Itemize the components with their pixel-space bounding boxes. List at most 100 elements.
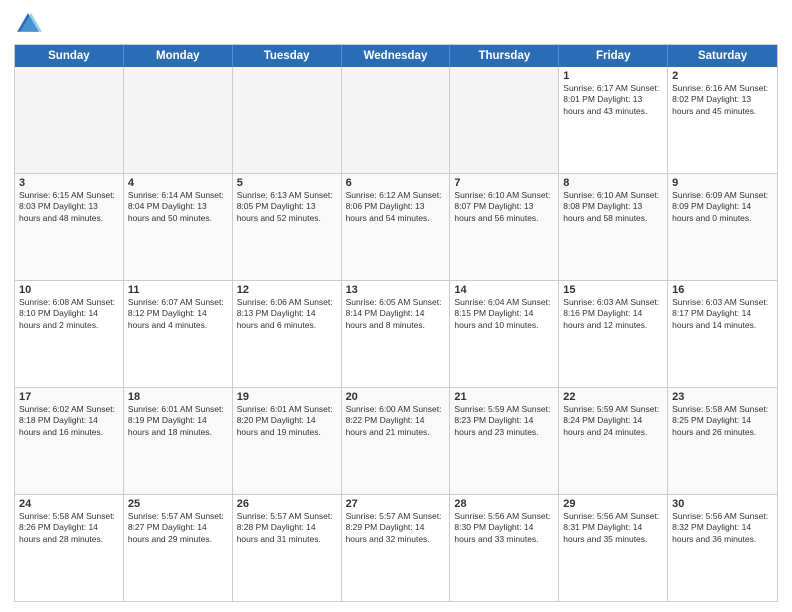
- day-number: 17: [19, 391, 119, 403]
- day-cell-2: 2Sunrise: 6:16 AM Sunset: 8:02 PM Daylig…: [668, 67, 777, 173]
- cell-info: Sunrise: 6:03 AM Sunset: 8:16 PM Dayligh…: [563, 297, 663, 331]
- header: [14, 10, 778, 38]
- cell-info: Sunrise: 6:04 AM Sunset: 8:15 PM Dayligh…: [454, 297, 554, 331]
- day-cell-17: 17Sunrise: 6:02 AM Sunset: 8:18 PM Dayli…: [15, 388, 124, 494]
- day-number: 3: [19, 177, 119, 189]
- day-number: 14: [454, 284, 554, 296]
- day-cell-26: 26Sunrise: 5:57 AM Sunset: 8:28 PM Dayli…: [233, 495, 342, 601]
- day-cell-16: 16Sunrise: 6:03 AM Sunset: 8:17 PM Dayli…: [668, 281, 777, 387]
- cell-info: Sunrise: 6:03 AM Sunset: 8:17 PM Dayligh…: [672, 297, 773, 331]
- day-number: 30: [672, 498, 773, 510]
- day-number: 9: [672, 177, 773, 189]
- cell-info: Sunrise: 6:02 AM Sunset: 8:18 PM Dayligh…: [19, 404, 119, 438]
- day-cell-8: 8Sunrise: 6:10 AM Sunset: 8:08 PM Daylig…: [559, 174, 668, 280]
- empty-cell-0-1: [124, 67, 233, 173]
- day-cell-19: 19Sunrise: 6:01 AM Sunset: 8:20 PM Dayli…: [233, 388, 342, 494]
- header-day-tuesday: Tuesday: [233, 45, 342, 67]
- day-number: 21: [454, 391, 554, 403]
- calendar-row-4: 17Sunrise: 6:02 AM Sunset: 8:18 PM Dayli…: [15, 388, 777, 495]
- calendar-row-5: 24Sunrise: 5:58 AM Sunset: 8:26 PM Dayli…: [15, 495, 777, 601]
- day-cell-3: 3Sunrise: 6:15 AM Sunset: 8:03 PM Daylig…: [15, 174, 124, 280]
- day-number: 25: [128, 498, 228, 510]
- calendar-row-1: 1Sunrise: 6:17 AM Sunset: 8:01 PM Daylig…: [15, 67, 777, 174]
- day-cell-30: 30Sunrise: 5:56 AM Sunset: 8:32 PM Dayli…: [668, 495, 777, 601]
- day-cell-29: 29Sunrise: 5:56 AM Sunset: 8:31 PM Dayli…: [559, 495, 668, 601]
- empty-cell-0-2: [233, 67, 342, 173]
- day-cell-24: 24Sunrise: 5:58 AM Sunset: 8:26 PM Dayli…: [15, 495, 124, 601]
- day-number: 26: [237, 498, 337, 510]
- day-number: 5: [237, 177, 337, 189]
- cell-info: Sunrise: 5:59 AM Sunset: 8:24 PM Dayligh…: [563, 404, 663, 438]
- day-number: 20: [346, 391, 446, 403]
- day-cell-1: 1Sunrise: 6:17 AM Sunset: 8:01 PM Daylig…: [559, 67, 668, 173]
- day-cell-14: 14Sunrise: 6:04 AM Sunset: 8:15 PM Dayli…: [450, 281, 559, 387]
- day-number: 2: [672, 70, 773, 82]
- day-cell-10: 10Sunrise: 6:08 AM Sunset: 8:10 PM Dayli…: [15, 281, 124, 387]
- cell-info: Sunrise: 5:57 AM Sunset: 8:28 PM Dayligh…: [237, 511, 337, 545]
- header-day-saturday: Saturday: [668, 45, 777, 67]
- day-number: 15: [563, 284, 663, 296]
- day-cell-25: 25Sunrise: 5:57 AM Sunset: 8:27 PM Dayli…: [124, 495, 233, 601]
- cell-info: Sunrise: 5:56 AM Sunset: 8:30 PM Dayligh…: [454, 511, 554, 545]
- day-number: 4: [128, 177, 228, 189]
- day-cell-6: 6Sunrise: 6:12 AM Sunset: 8:06 PM Daylig…: [342, 174, 451, 280]
- day-number: 19: [237, 391, 337, 403]
- header-day-thursday: Thursday: [450, 45, 559, 67]
- logo-icon: [14, 10, 42, 38]
- header-day-wednesday: Wednesday: [342, 45, 451, 67]
- cell-info: Sunrise: 6:16 AM Sunset: 8:02 PM Dayligh…: [672, 83, 773, 117]
- cell-info: Sunrise: 5:58 AM Sunset: 8:26 PM Dayligh…: [19, 511, 119, 545]
- day-cell-18: 18Sunrise: 6:01 AM Sunset: 8:19 PM Dayli…: [124, 388, 233, 494]
- logo: [14, 10, 46, 38]
- day-number: 27: [346, 498, 446, 510]
- day-number: 16: [672, 284, 773, 296]
- cell-info: Sunrise: 6:06 AM Sunset: 8:13 PM Dayligh…: [237, 297, 337, 331]
- header-day-monday: Monday: [124, 45, 233, 67]
- day-number: 24: [19, 498, 119, 510]
- page: SundayMondayTuesdayWednesdayThursdayFrid…: [0, 0, 792, 612]
- day-number: 1: [563, 70, 663, 82]
- cell-info: Sunrise: 5:59 AM Sunset: 8:23 PM Dayligh…: [454, 404, 554, 438]
- day-number: 22: [563, 391, 663, 403]
- day-number: 13: [346, 284, 446, 296]
- cell-info: Sunrise: 6:01 AM Sunset: 8:19 PM Dayligh…: [128, 404, 228, 438]
- day-cell-7: 7Sunrise: 6:10 AM Sunset: 8:07 PM Daylig…: [450, 174, 559, 280]
- day-cell-22: 22Sunrise: 5:59 AM Sunset: 8:24 PM Dayli…: [559, 388, 668, 494]
- day-number: 11: [128, 284, 228, 296]
- day-cell-15: 15Sunrise: 6:03 AM Sunset: 8:16 PM Dayli…: [559, 281, 668, 387]
- day-number: 6: [346, 177, 446, 189]
- cell-info: Sunrise: 5:56 AM Sunset: 8:32 PM Dayligh…: [672, 511, 773, 545]
- day-cell-9: 9Sunrise: 6:09 AM Sunset: 8:09 PM Daylig…: [668, 174, 777, 280]
- cell-info: Sunrise: 6:07 AM Sunset: 8:12 PM Dayligh…: [128, 297, 228, 331]
- day-cell-12: 12Sunrise: 6:06 AM Sunset: 8:13 PM Dayli…: [233, 281, 342, 387]
- cell-info: Sunrise: 6:10 AM Sunset: 8:08 PM Dayligh…: [563, 190, 663, 224]
- day-number: 7: [454, 177, 554, 189]
- calendar-row-2: 3Sunrise: 6:15 AM Sunset: 8:03 PM Daylig…: [15, 174, 777, 281]
- day-number: 28: [454, 498, 554, 510]
- day-cell-21: 21Sunrise: 5:59 AM Sunset: 8:23 PM Dayli…: [450, 388, 559, 494]
- cell-info: Sunrise: 6:05 AM Sunset: 8:14 PM Dayligh…: [346, 297, 446, 331]
- calendar-row-3: 10Sunrise: 6:08 AM Sunset: 8:10 PM Dayli…: [15, 281, 777, 388]
- cell-info: Sunrise: 6:01 AM Sunset: 8:20 PM Dayligh…: [237, 404, 337, 438]
- cell-info: Sunrise: 6:08 AM Sunset: 8:10 PM Dayligh…: [19, 297, 119, 331]
- cell-info: Sunrise: 6:14 AM Sunset: 8:04 PM Dayligh…: [128, 190, 228, 224]
- day-number: 10: [19, 284, 119, 296]
- calendar-header: SundayMondayTuesdayWednesdayThursdayFrid…: [15, 45, 777, 67]
- cell-info: Sunrise: 6:17 AM Sunset: 8:01 PM Dayligh…: [563, 83, 663, 117]
- empty-cell-0-3: [342, 67, 451, 173]
- cell-info: Sunrise: 6:09 AM Sunset: 8:09 PM Dayligh…: [672, 190, 773, 224]
- day-cell-23: 23Sunrise: 5:58 AM Sunset: 8:25 PM Dayli…: [668, 388, 777, 494]
- day-number: 8: [563, 177, 663, 189]
- cell-info: Sunrise: 5:58 AM Sunset: 8:25 PM Dayligh…: [672, 404, 773, 438]
- cell-info: Sunrise: 6:10 AM Sunset: 8:07 PM Dayligh…: [454, 190, 554, 224]
- header-day-friday: Friday: [559, 45, 668, 67]
- calendar-body: 1Sunrise: 6:17 AM Sunset: 8:01 PM Daylig…: [15, 67, 777, 601]
- empty-cell-0-4: [450, 67, 559, 173]
- day-cell-20: 20Sunrise: 6:00 AM Sunset: 8:22 PM Dayli…: [342, 388, 451, 494]
- empty-cell-0-0: [15, 67, 124, 173]
- day-number: 18: [128, 391, 228, 403]
- cell-info: Sunrise: 5:57 AM Sunset: 8:29 PM Dayligh…: [346, 511, 446, 545]
- day-cell-28: 28Sunrise: 5:56 AM Sunset: 8:30 PM Dayli…: [450, 495, 559, 601]
- day-cell-11: 11Sunrise: 6:07 AM Sunset: 8:12 PM Dayli…: [124, 281, 233, 387]
- day-cell-27: 27Sunrise: 5:57 AM Sunset: 8:29 PM Dayli…: [342, 495, 451, 601]
